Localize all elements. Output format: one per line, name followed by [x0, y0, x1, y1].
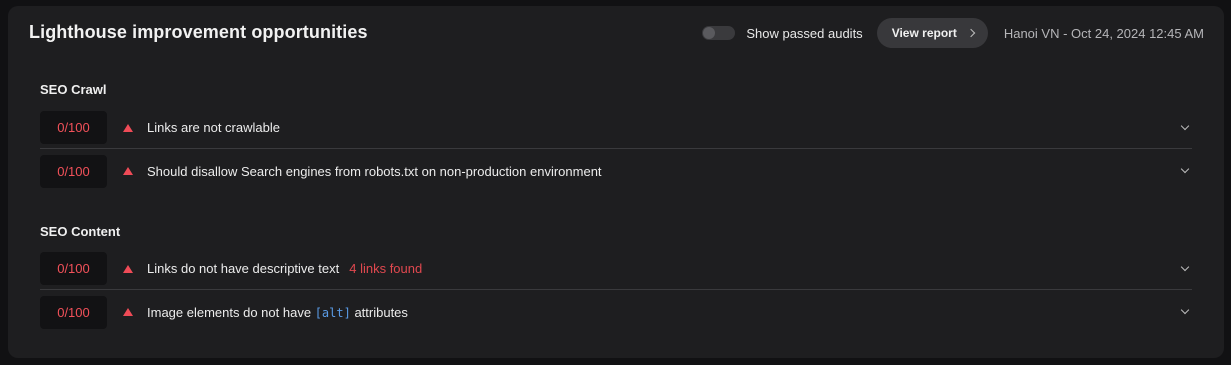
chevron-right-icon [966, 28, 976, 38]
chevron-down-icon[interactable] [1180, 262, 1190, 272]
audit-row[interactable]: 0/100 Links do not have descriptive text… [40, 248, 1192, 290]
view-report-button[interactable]: View report [876, 18, 988, 48]
score-badge: 0/100 [40, 111, 107, 144]
chevron-down-icon[interactable] [1180, 305, 1190, 315]
show-passed-label: Show passed audits [746, 25, 863, 41]
audit-label-suffix: attributes [354, 304, 408, 320]
toggle-knob [703, 27, 716, 39]
links-found-count: 4 links found [349, 261, 423, 276]
warning-triangle-icon [123, 167, 133, 175]
audit-row[interactable]: 0/100 Links are not crawlable [40, 107, 1192, 149]
chevron-down-icon[interactable] [1180, 121, 1190, 131]
audit-label: Links are not crawlable [147, 120, 280, 135]
audit-label: Image elements do not have [alt] attribu… [147, 305, 408, 320]
lighthouse-card: Lighthouse improvement opportunities Sho… [8, 6, 1224, 358]
section-title-seo-crawl: SEO Crawl [40, 82, 107, 97]
audit-row[interactable]: 0/100 Should disallow Search engines fro… [40, 150, 1192, 192]
location-timestamp: Hanoi VN - Oct 24, 2024 12:45 AM [1003, 25, 1204, 41]
warning-triangle-icon [123, 123, 133, 132]
card-title: Lighthouse improvement opportunities [29, 22, 368, 42]
audit-label: Links do not have descriptive text [147, 261, 340, 276]
score-badge: 0/100 [40, 295, 107, 329]
show-passed-toggle[interactable] [702, 26, 736, 40]
score-badge: 0/100 [40, 154, 107, 188]
section-title-seo-content: SEO Content [40, 224, 121, 239]
view-report-label: View report [891, 26, 957, 40]
alt-attribute-code: [alt] [314, 305, 351, 320]
audit-label-prefix: Image elements do not have [147, 304, 312, 320]
audit-label: Should disallow Search engines from robo… [147, 163, 602, 179]
warning-triangle-icon [123, 308, 133, 316]
audit-row[interactable]: 0/100 Image elements do not have [alt] a… [40, 291, 1192, 333]
header-controls: Show passed audits View report Hanoi VN … [702, 18, 1204, 48]
chevron-down-icon[interactable] [1180, 164, 1190, 174]
warning-triangle-icon [123, 264, 133, 273]
score-badge: 0/100 [40, 252, 107, 285]
card-header: Lighthouse improvement opportunities Sho… [8, 6, 1224, 60]
